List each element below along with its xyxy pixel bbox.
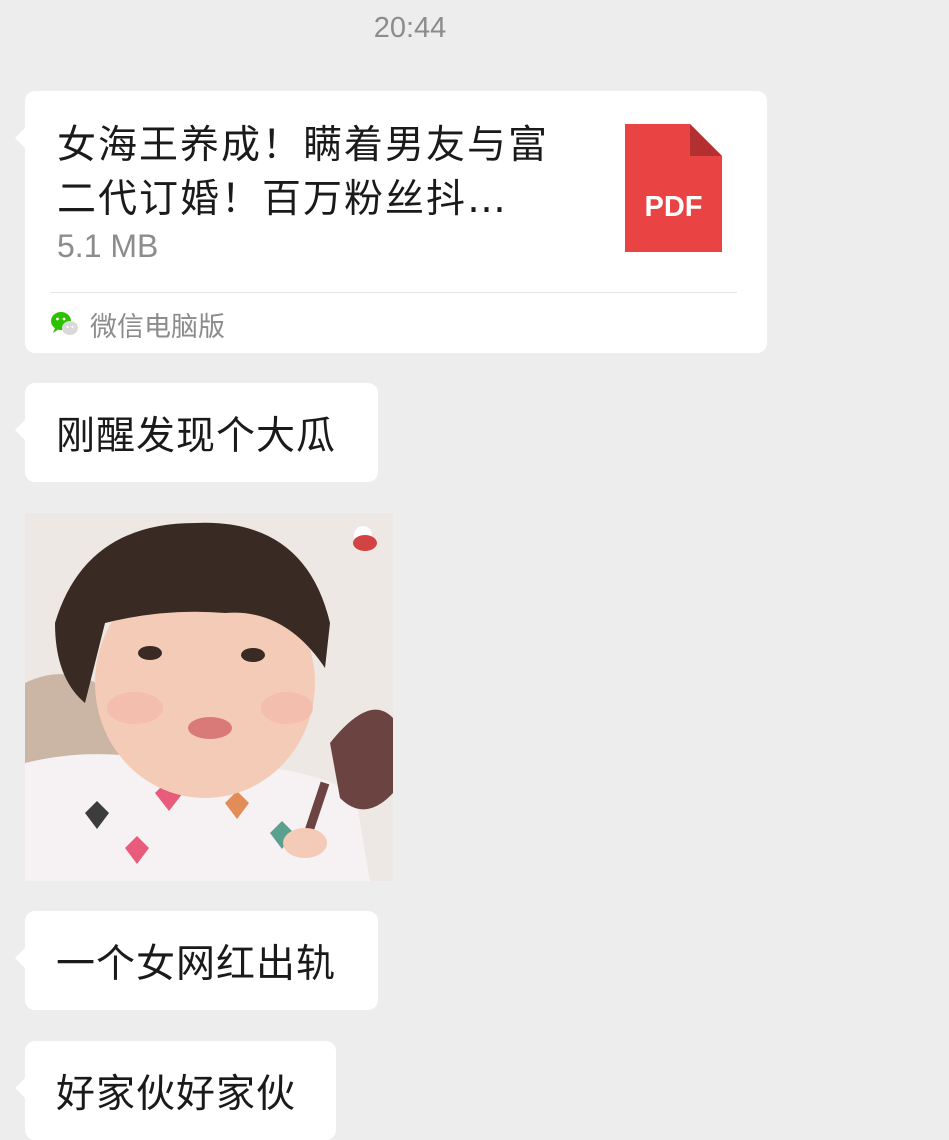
file-size: 5.1 MB: [57, 228, 159, 264]
file-source: 微信电脑版: [50, 304, 225, 344]
chat-timestamp: 20:44: [373, 12, 447, 44]
message-text: 刚醒发现个大瓜: [56, 413, 337, 459]
pdf-file-icon: PDF: [625, 124, 722, 252]
sticker-image[interactable]: [25, 513, 393, 881]
message-text: 一个女网红出轨: [56, 941, 337, 987]
message-text: 好家伙好家伙: [56, 1071, 297, 1117]
file-title: 女海王养成！瞒着男友与富 二代订婚！百万粉丝抖…: [57, 123, 550, 222]
source-label: 微信电脑版: [90, 311, 225, 343]
wechat-icon: [50, 310, 80, 338]
text-message-bubble[interactable]: 刚醒发现个大瓜: [15, 383, 378, 482]
text-message-bubble[interactable]: 好家伙好家伙: [15, 1041, 336, 1140]
text-message-bubble[interactable]: 一个女网红出轨: [15, 911, 378, 1010]
file-divider: [50, 292, 737, 293]
file-message-bubble[interactable]: 女海王养成！瞒着男友与富 二代订婚！百万粉丝抖… 5.1 MB PDF 微信电脑…: [15, 91, 767, 353]
pdf-icon-label: PDF: [645, 191, 703, 223]
